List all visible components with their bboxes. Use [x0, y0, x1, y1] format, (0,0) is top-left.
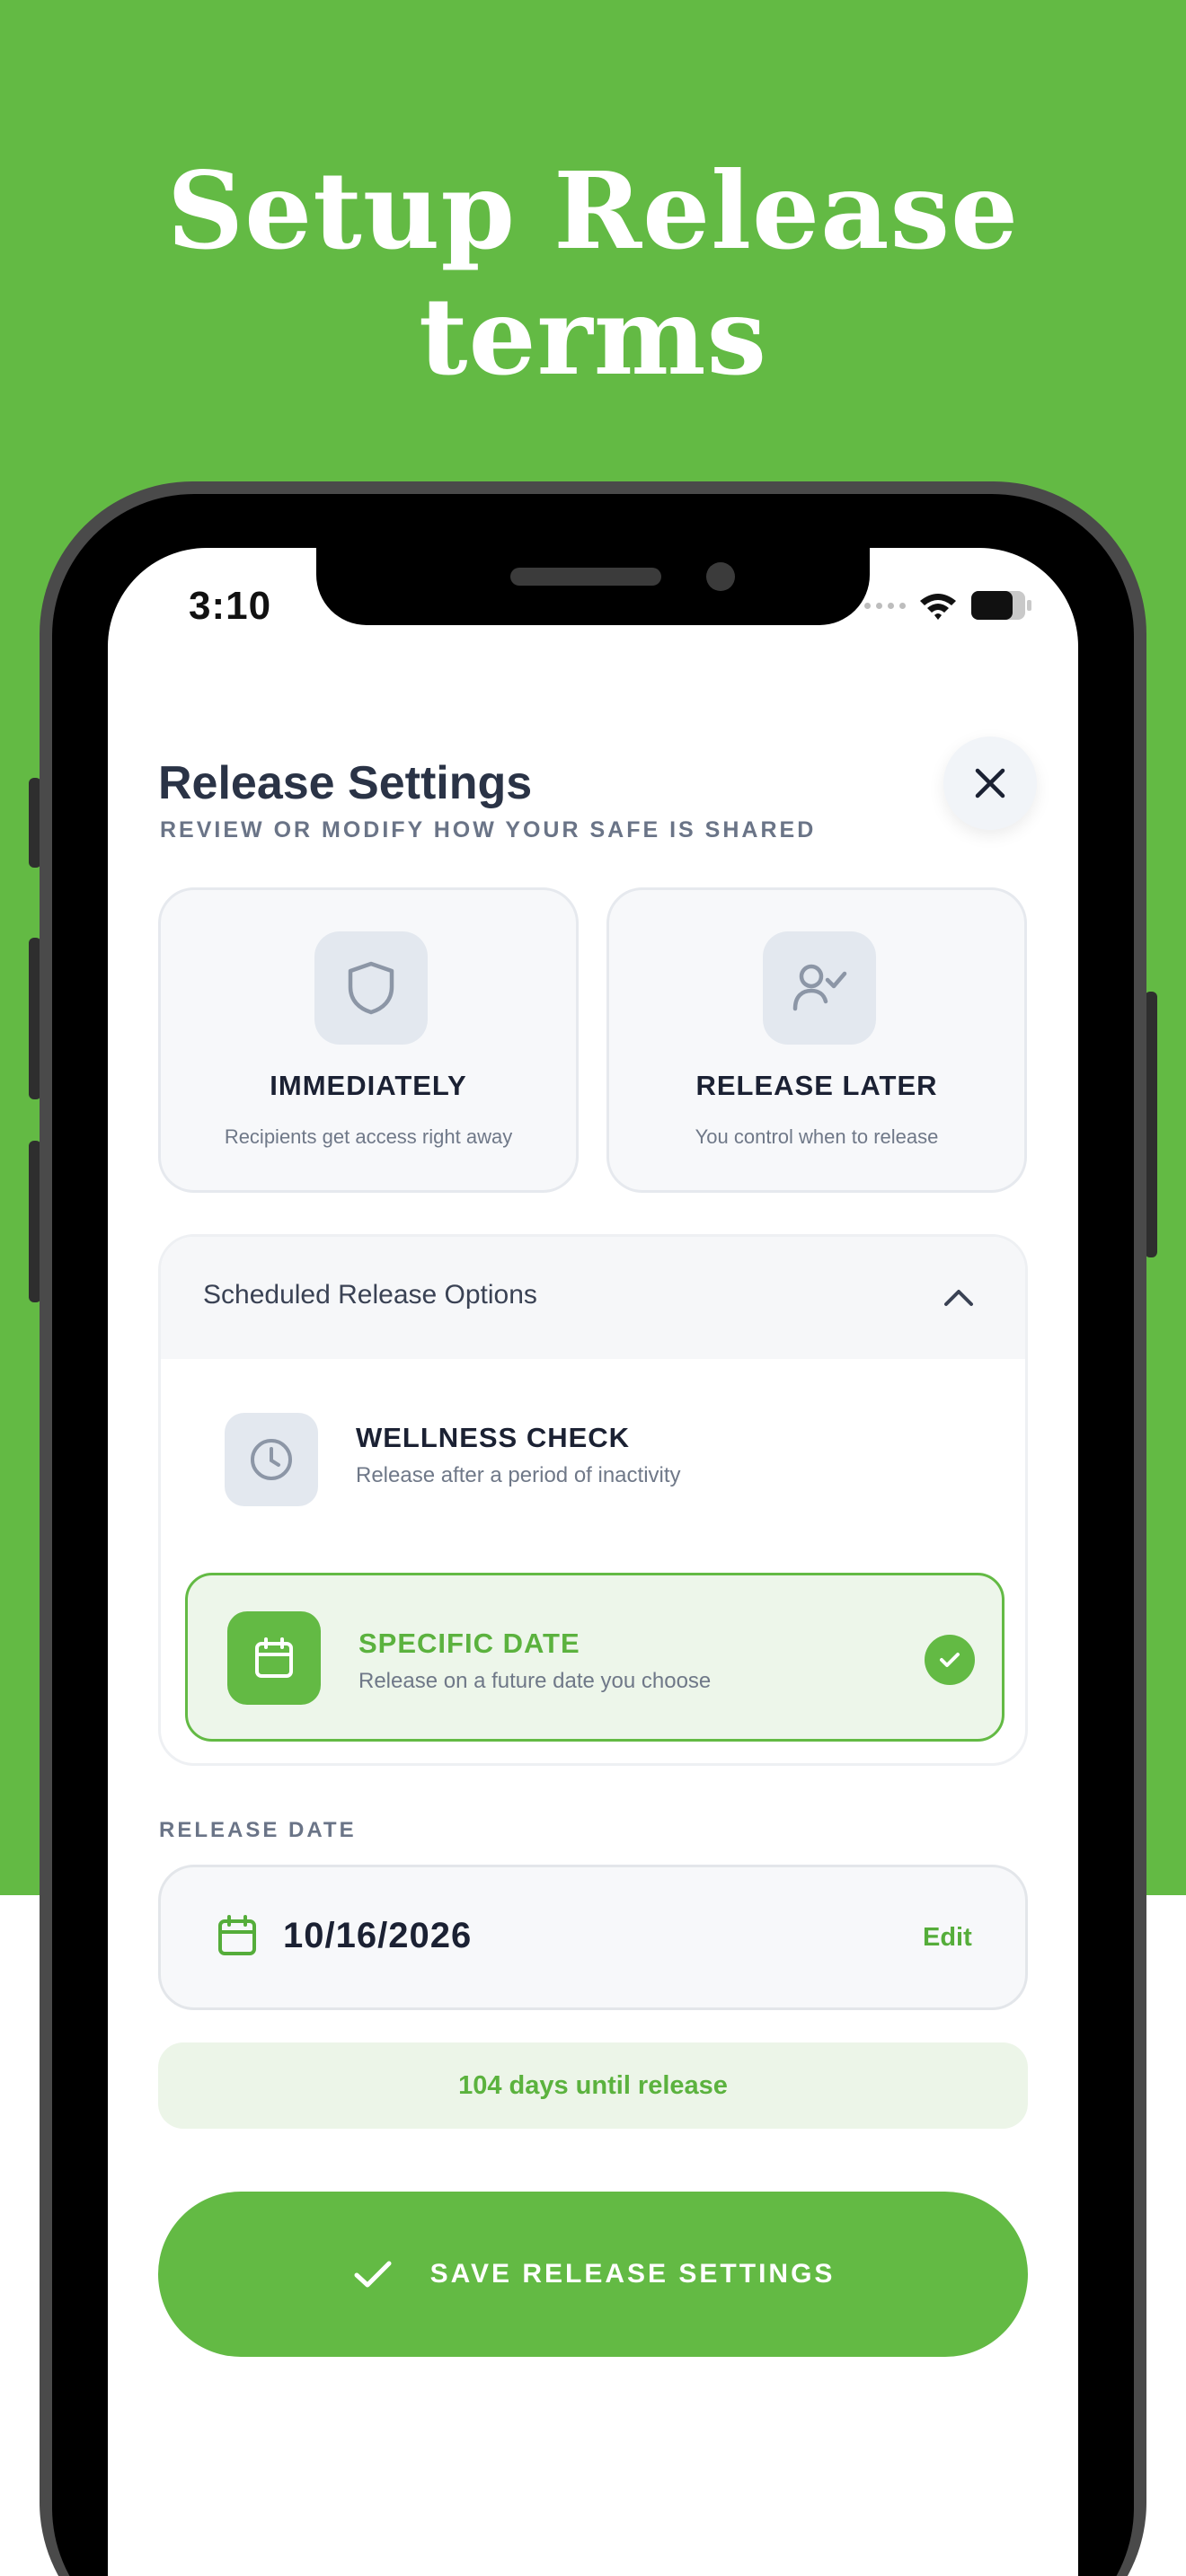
specific-date-title: SPECIFIC DATE	[358, 1628, 580, 1659]
specific-date-desc: Release on a future date you choose	[358, 1669, 712, 1693]
phone-camera	[706, 562, 735, 591]
phone-power-button	[1145, 992, 1157, 1257]
status-time: 3:10	[189, 584, 272, 628]
release-immediately-title: IMMEDIATELY	[270, 1070, 467, 1101]
user-check-icon-tile	[763, 931, 876, 1045]
calendar-icon-tile	[227, 1611, 321, 1705]
check-icon	[940, 1653, 960, 1667]
calendar-icon	[218, 1915, 256, 1955]
page-subtitle: REVIEW OR MODIFY HOW YOUR SAFE IS SHARED	[160, 817, 817, 842]
signal-dots-icon	[864, 602, 906, 609]
battery-icon	[971, 591, 1031, 620]
scheduled-options-title: Scheduled Release Options	[203, 1280, 537, 1310]
release-date-edit-link[interactable]: Edit	[923, 1923, 972, 1953]
release-date-value: 10/16/2026	[283, 1916, 473, 1955]
scheduled-options-header[interactable]: Scheduled Release Options	[161, 1237, 1025, 1359]
release-immediately-card[interactable]: IMMEDIATELY Recipients get access right …	[158, 887, 579, 1193]
page-title: Release Settings	[158, 757, 533, 809]
release-later-title: RELEASE LATER	[695, 1070, 938, 1101]
selected-check-badge	[925, 1635, 975, 1685]
specific-date-option[interactable]: SPECIFIC DATE Release on a future date y…	[185, 1573, 1005, 1742]
clock-icon	[251, 1439, 292, 1480]
wifi-icon	[920, 594, 956, 620]
chevron-up-icon[interactable]	[941, 1280, 977, 1316]
shield-icon	[348, 961, 394, 1015]
promo-headline-line2: terms	[418, 274, 768, 399]
release-immediately-desc: Recipients get access right away	[224, 1125, 513, 1148]
release-later-desc: You control when to release	[695, 1125, 939, 1148]
wellness-check-option[interactable]: WELLNESS CHECK Release after a period of…	[185, 1377, 1005, 1546]
wellness-check-title: WELLNESS CHECK	[356, 1422, 631, 1453]
phone-notch	[316, 546, 870, 625]
phone-speaker	[510, 568, 661, 586]
close-icon	[975, 768, 1005, 798]
release-later-card[interactable]: RELEASE LATER You control when to releas…	[606, 887, 1027, 1193]
release-date-label: RELEASE DATE	[159, 1818, 357, 1842]
close-button[interactable]	[943, 737, 1037, 830]
status-icons	[864, 587, 1033, 623]
shield-icon-tile	[314, 931, 428, 1045]
clock-icon-tile	[225, 1413, 318, 1506]
promo-headline: Setup Release terms	[0, 148, 1186, 400]
check-icon	[354, 2261, 392, 2288]
release-countdown-banner: 104 days until release	[158, 2042, 1028, 2129]
wellness-check-desc: Release after a period of inactivity	[356, 1463, 681, 1487]
promo-headline-line1: Setup Release	[166, 148, 1020, 273]
save-release-settings-button[interactable]: SAVE RELEASE SETTINGS	[158, 2192, 1028, 2357]
calendar-icon	[255, 1637, 293, 1678]
user-check-icon	[792, 964, 847, 1011]
release-date-field[interactable]: 10/16/2026 Edit	[158, 1865, 1028, 2010]
scheduled-options-panel: Scheduled Release Options WELLNESS CHECK…	[158, 1234, 1028, 1766]
save-button-label: SAVE RELEASE SETTINGS	[429, 2259, 836, 2289]
